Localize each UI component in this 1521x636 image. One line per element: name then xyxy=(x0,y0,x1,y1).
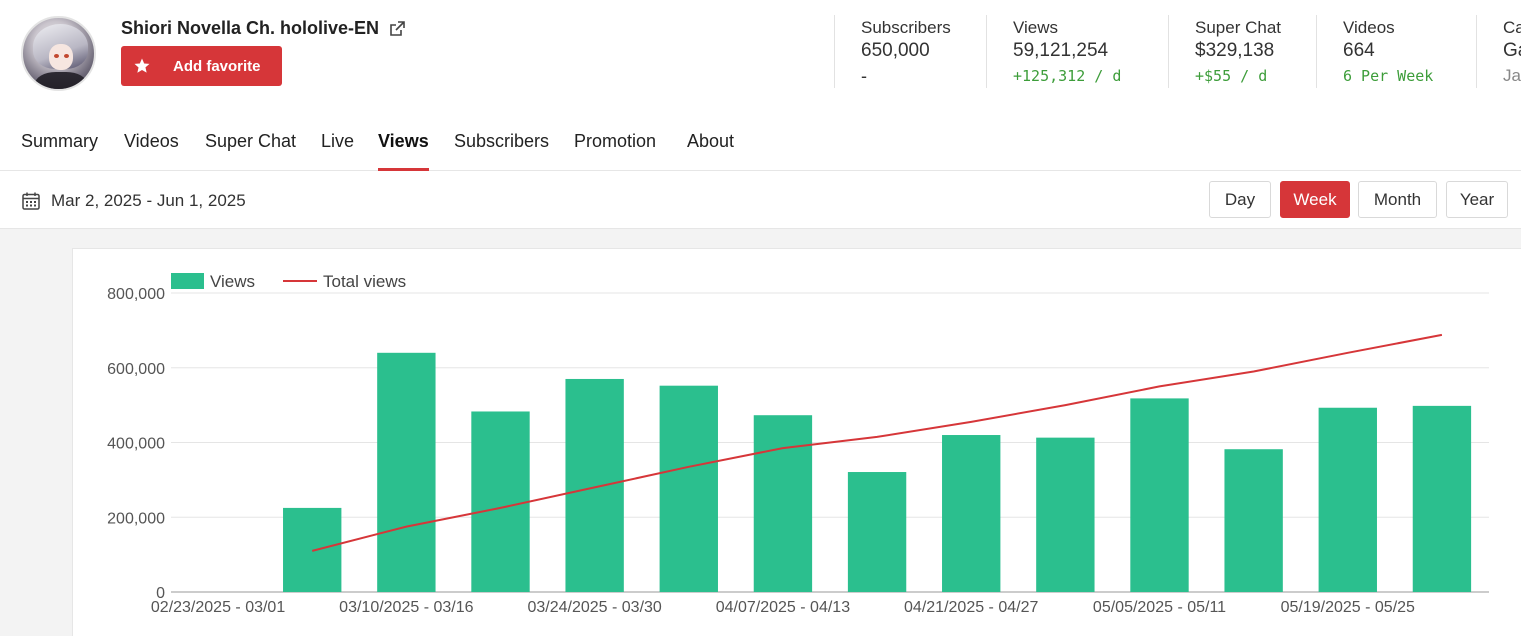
stat-value: Ga xyxy=(1503,40,1521,61)
legend-label-views: Views xyxy=(210,272,255,291)
views-bar xyxy=(1412,405,1472,592)
period-month-button[interactable]: Month xyxy=(1358,181,1437,218)
tab-bar: Summary Videos Super Chat Live Views Sub… xyxy=(0,105,1521,171)
add-favorite-label: Add favorite xyxy=(173,57,261,75)
stat-label: Videos xyxy=(1343,18,1395,37)
stat-value: 59,121,254 xyxy=(1013,40,1109,61)
views-bar xyxy=(471,411,530,592)
y-tick-label: 600,000 xyxy=(107,361,165,378)
views-bar xyxy=(942,435,1001,592)
tab-videos[interactable]: Videos xyxy=(124,131,179,171)
period-year-button[interactable]: Year xyxy=(1446,181,1508,218)
views-bar xyxy=(565,378,624,592)
date-range-text: Mar 2, 2025 - Jun 1, 2025 xyxy=(51,191,246,210)
y-tick-label: 400,000 xyxy=(107,436,165,453)
period-week-button[interactable]: Week xyxy=(1280,181,1350,218)
stat-videos: Videos 664 6 Per Week xyxy=(1316,15,1433,88)
y-tick-label: 200,000 xyxy=(107,510,165,527)
channel-name-text: Shiori Novella Ch. hololive-EN xyxy=(121,18,380,38)
stat-label: Views xyxy=(1013,18,1059,37)
x-tick-label: 03/24/2025 - 03/30 xyxy=(527,599,661,616)
stat-subscribers: Subscribers 650,000 - xyxy=(834,15,951,88)
x-tick-label: 03/10/2025 - 03/16 xyxy=(339,599,473,616)
star-icon xyxy=(133,57,151,75)
views-bar xyxy=(377,352,436,592)
x-tick-label: 02/23/2025 - 03/01 xyxy=(151,599,285,616)
views-bar xyxy=(1130,398,1189,592)
views-bar xyxy=(659,385,718,592)
chart-toolbar: Mar 2, 2025 - Jun 1, 2025 Day Week Month… xyxy=(0,171,1521,229)
views-bar xyxy=(1036,437,1095,592)
views-bar xyxy=(1318,407,1377,592)
tab-about[interactable]: About xyxy=(687,131,734,171)
stat-label: Ca xyxy=(1503,18,1521,37)
stat-value: 650,000 xyxy=(861,40,930,61)
external-link-icon[interactable] xyxy=(389,20,405,37)
stat-value: $329,138 xyxy=(1195,40,1275,61)
tab-live[interactable]: Live xyxy=(321,131,354,171)
x-tick-label: 05/19/2025 - 05/25 xyxy=(1281,599,1415,616)
tab-summary[interactable]: Summary xyxy=(21,131,98,171)
legend-swatch-views xyxy=(171,273,204,289)
stat-delta: Jap xyxy=(1503,66,1521,85)
calendar-icon xyxy=(21,191,41,211)
add-favorite-button[interactable]: Add favorite xyxy=(121,46,282,86)
stat-label: Subscribers xyxy=(861,18,951,37)
x-tick-label: 05/05/2025 - 05/11 xyxy=(1093,599,1226,616)
stat-category: Ca Ga Jap xyxy=(1476,15,1521,88)
period-day-button[interactable]: Day xyxy=(1209,181,1271,218)
views-bar xyxy=(753,415,813,592)
views-bar xyxy=(847,472,907,592)
tab-views[interactable]: Views xyxy=(378,131,429,171)
tab-super-chat[interactable]: Super Chat xyxy=(205,131,296,171)
views-chart: 0200,000400,000600,000800,00002/23/2025 … xyxy=(107,272,1489,616)
channel-avatar[interactable] xyxy=(21,16,96,91)
stat-value: 664 xyxy=(1343,40,1375,61)
stat-delta: +125,312 / d xyxy=(1013,67,1122,85)
tab-subscribers[interactable]: Subscribers xyxy=(454,131,549,171)
tab-promotion[interactable]: Promotion xyxy=(574,131,656,171)
x-tick-label: 04/21/2025 - 04/27 xyxy=(904,599,1038,616)
x-tick-label: 04/07/2025 - 04/13 xyxy=(716,599,850,616)
date-range-picker[interactable]: Mar 2, 2025 - Jun 1, 2025 xyxy=(21,191,246,211)
views-bar xyxy=(1224,449,1283,592)
legend-label-total-views: Total views xyxy=(323,272,406,291)
stat-delta: - xyxy=(861,66,867,86)
channel-name: Shiori Novella Ch. hololive-EN xyxy=(121,18,405,39)
stat-delta: 6 Per Week xyxy=(1343,67,1434,85)
stat-label: Super Chat xyxy=(1195,18,1281,37)
stat-delta: +$55 / d xyxy=(1195,67,1268,85)
stat-super-chat: Super Chat $329,138 +$55 / d xyxy=(1168,15,1281,88)
channel-header: Shiori Novella Ch. hololive-EN Add favor… xyxy=(0,0,1521,105)
chart-card: 0 200,000 400,000 600,000 800,000 02/23/2025 … xyxy=(72,248,1521,636)
y-tick-label: 800,000 xyxy=(107,286,165,303)
stat-views: Views 59,121,254 +125,312 / d xyxy=(986,15,1121,88)
chart-content-area: 0 200,000 400,000 600,000 800,000 02/23/2025 … xyxy=(0,229,1521,636)
